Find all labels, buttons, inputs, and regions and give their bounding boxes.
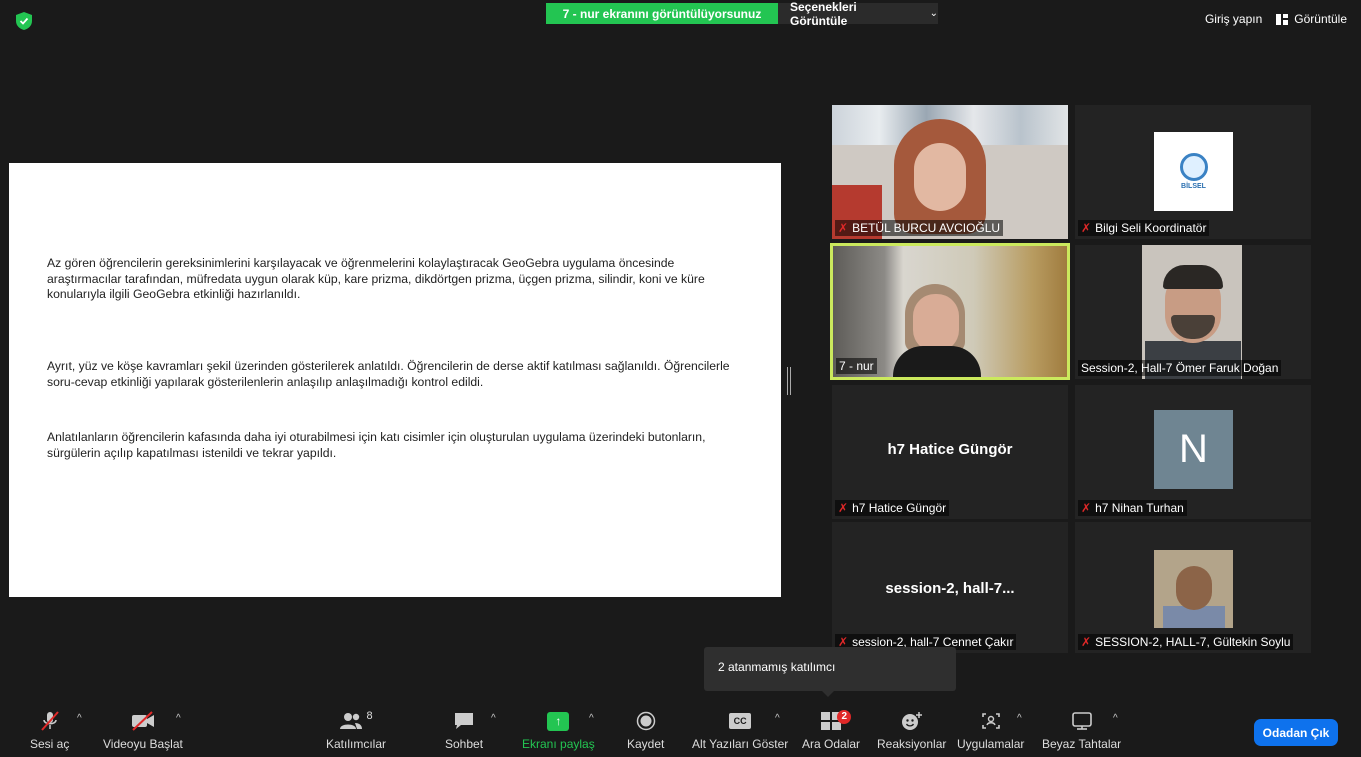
participant-name-tag: Session-2, Hall-7 Ömer Faruk Doğan: [1078, 360, 1282, 376]
view-options-label: Seçenekleri Görüntüle: [790, 0, 857, 28]
leave-room-button[interactable]: Odadan Çık: [1254, 719, 1338, 746]
shared-screen-slide: Az gören öğrencilerin gereksinimlerini k…: [9, 163, 781, 597]
mic-muted-icon: ✗: [838, 221, 849, 235]
apps-icon: [980, 710, 1002, 732]
logo-globe-icon: [1179, 153, 1208, 181]
logo-text: BİLSEL: [1181, 183, 1206, 190]
unmute-label: Sesi aç: [30, 737, 70, 751]
emoji-add-icon: [900, 710, 924, 732]
share-icon-wrapper: ↑: [547, 710, 570, 732]
breakout-rooms-button[interactable]: 2 Ara Odalar: [802, 710, 860, 751]
share-screen-label: Ekranı paylaş: [522, 737, 595, 751]
layout-grid-icon: [1276, 13, 1289, 25]
participant-display-name: session-2, hall-7...: [885, 580, 1015, 597]
whiteboards-button[interactable]: Beyaz Tahtalar: [1042, 710, 1121, 751]
mic-muted-icon: ✗: [838, 501, 849, 515]
slide-paragraph: Anlatılanların öğrencilerin kafasında da…: [47, 430, 706, 460]
sign-in-label: Giriş yapın: [1204, 12, 1263, 26]
participant-tile[interactable]: ✗ SESSION-2, HALL-7, Gültekin Soylu: [1075, 522, 1311, 653]
participant-figure: [893, 346, 981, 377]
participant-name: 7 - nur: [839, 359, 874, 373]
participant-face: [1176, 566, 1212, 610]
mic-muted-icon: ✗: [1081, 501, 1092, 515]
start-video-button[interactable]: Videoyu Başlat: [103, 710, 183, 751]
participant-name-tag: ✗ BETÜL BURCU AVCIOĞLU: [835, 220, 1004, 236]
chat-options-chevron-icon[interactable]: ^: [491, 713, 496, 724]
chat-label: Sohbet: [445, 737, 484, 751]
apps-button[interactable]: Uygulamalar: [957, 710, 1024, 751]
record-label: Kaydet: [627, 737, 665, 751]
mic-muted-icon: ✗: [1081, 221, 1092, 235]
participant-tile[interactable]: session-2, hall-7... ✗ session-2, hall-7 …: [832, 522, 1068, 653]
participants-count: 8: [366, 710, 373, 722]
microphone-muted-icon: [39, 710, 61, 732]
apps-options-chevron-icon[interactable]: ^: [1017, 713, 1022, 724]
show-captions-button[interactable]: CC Alt Yazıları Göster: [692, 710, 788, 751]
reactions-label: Reaksiyonlar: [877, 737, 947, 751]
chevron-down-icon: ⌄: [929, 8, 938, 19]
participant-name: Bilgi Seli Koordinatör: [1095, 221, 1207, 235]
video-off-icon: [130, 710, 156, 732]
participant-name-tag: ✗ SESSION-2, HALL-7, Gültekin Soylu: [1078, 634, 1294, 650]
audio-options-chevron-icon[interactable]: ^: [77, 713, 82, 724]
breakout-rooms-icon: 2: [820, 710, 852, 732]
participant-tile[interactable]: h7 Hatice Güngör ✗ h7 Hatice Güngör: [832, 385, 1068, 519]
participants-button[interactable]: 8 Katılımcılar: [326, 710, 386, 751]
slide-paragraph: Ayrıt, yüz ve köşe kavramları şekil üzer…: [47, 359, 730, 389]
apps-label: Uygulamalar: [957, 737, 1025, 751]
participant-name-tag: 7 - nur: [836, 358, 877, 374]
slide-paragraph: Az gören öğrencilerin gereksinimlerini k…: [47, 256, 705, 301]
participant-tile[interactable]: Session-2, Hall-7 Ömer Faruk Doğan: [1075, 245, 1311, 379]
view-options-dropdown[interactable]: Seçenekleri Görüntüle ⌄: [778, 0, 938, 28]
unmute-button[interactable]: Sesi aç: [30, 710, 69, 751]
participant-name: Session-2, Hall-7 Ömer Faruk Doğan: [1081, 361, 1279, 375]
participants-icon: 8: [339, 710, 373, 732]
start-video-label: Videoyu Başlat: [103, 737, 183, 751]
captions-options-chevron-icon[interactable]: ^: [775, 713, 780, 724]
whiteboards-label: Beyaz Tahtalar: [1042, 737, 1122, 751]
whiteboard-icon: [1071, 710, 1093, 732]
view-label: Görüntüle: [1294, 12, 1347, 26]
share-screen-icon: ↑: [547, 711, 570, 731]
chat-bubble-icon: [453, 710, 475, 732]
breakout-rooms-label: Ara Odalar: [802, 737, 861, 751]
cc-icon-wrapper: CC: [729, 710, 752, 732]
screen-share-banner: 7 - nur ekranını görüntülüyorsunuz: [546, 3, 778, 24]
chat-button[interactable]: Sohbet: [445, 710, 483, 751]
breakout-badge: 2: [837, 710, 852, 724]
participant-name-tag: ✗ h7 Hatice Güngör: [835, 500, 950, 516]
participant-name-tag: ✗ Bilgi Seli Koordinatör: [1078, 220, 1210, 236]
participant-name: SESSION-2, HALL-7, Gültekin Soylu: [1095, 635, 1291, 649]
participant-tile[interactable]: N ✗ h7 Nihan Turhan: [1075, 385, 1311, 519]
view-button[interactable]: Görüntüle: [1276, 12, 1347, 26]
whiteboard-options-chevron-icon[interactable]: ^: [1113, 713, 1118, 724]
unassigned-participants-tooltip: 2 atanmamış katılımcı: [704, 647, 956, 697]
participants-label: Katılımcılar: [326, 737, 387, 751]
participant-name: h7 Hatice Güngör: [852, 501, 947, 515]
closed-captions-icon: CC: [729, 713, 752, 729]
participant-face: [914, 143, 966, 211]
participant-name: h7 Nihan Turhan: [1095, 501, 1184, 515]
participant-logo: BİLSEL: [1154, 132, 1233, 211]
avatar: N: [1154, 410, 1233, 489]
share-screen-button[interactable]: ↑ Ekranı paylaş: [522, 710, 595, 751]
record-button[interactable]: Kaydet: [627, 710, 664, 751]
participant-tile[interactable]: ✗ BETÜL BURCU AVCIOĞLU: [832, 105, 1068, 239]
video-options-chevron-icon[interactable]: ^: [176, 713, 181, 724]
sign-in-button[interactable]: Giriş yapın: [1205, 12, 1262, 26]
participant-display-name: h7 Hatice Güngör: [887, 441, 1013, 458]
participant-hair: [1163, 265, 1223, 289]
show-captions-label: Alt Yazıları Göster: [692, 737, 789, 751]
resize-handle[interactable]: [787, 367, 791, 395]
participant-name-tag: ✗ h7 Nihan Turhan: [1078, 500, 1187, 516]
share-options-chevron-icon[interactable]: ^: [589, 713, 594, 724]
participant-tile-active-speaker[interactable]: 7 - nur: [830, 243, 1070, 380]
reactions-button[interactable]: Reaksiyonlar: [877, 710, 946, 751]
participant-name: BETÜL BURCU AVCIOĞLU: [852, 221, 1001, 235]
participant-face: [913, 294, 959, 352]
security-shield-icon[interactable]: [16, 12, 32, 30]
record-icon: [636, 710, 656, 732]
mic-muted-icon: ✗: [1081, 635, 1092, 649]
participant-tile[interactable]: BİLSEL ✗ Bilgi Seli Koordinatör: [1075, 105, 1311, 239]
